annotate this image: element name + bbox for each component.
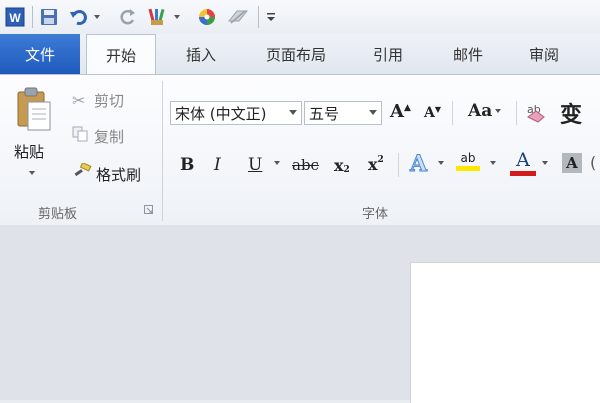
font-size-combo[interactable]: 五号 [304,101,382,125]
format-painter-icon [72,161,96,185]
superscript-mark: 2 [377,154,384,165]
subscript-button[interactable]: x2 [334,155,350,176]
word-app-icon[interactable]: W [4,7,26,27]
clear-format-icon[interactable]: ab [524,99,550,125]
superscript-button[interactable]: x2 [368,154,384,175]
strikethrough-button[interactable]: abc [292,156,319,174]
font-color-dropdown-icon[interactable] [542,161,548,165]
cut-button[interactable]: ✂ 剪切 [72,89,124,111]
tab-review[interactable]: 审阅 [514,34,574,74]
paste-icon[interactable] [10,85,58,135]
text-effects-dropdown-icon[interactable] [438,161,444,165]
font-name-combo[interactable]: 宋体 (中文正) [170,101,302,125]
paintbrush-icon[interactable] [146,7,170,27]
copy-label: 复制 [94,127,125,146]
tab-file[interactable]: 文件 [0,34,80,74]
grow-font-label: A [390,101,404,122]
color-wheel-icon[interactable] [196,7,218,27]
character-shading-label: A [566,154,578,172]
cut-label: 剪切 [94,91,125,110]
grow-font-icon: ▲ [403,102,411,113]
change-case-button[interactable]: Aa [468,101,502,121]
italic-button[interactable]: I [214,155,221,175]
tab-insert[interactable]: 插入 [170,34,232,74]
change-case-label: Aa [468,101,493,121]
undo-icon[interactable] [68,7,90,27]
save-icon[interactable] [38,7,60,27]
paste-dropdown-icon[interactable] [29,171,35,175]
quick-access-toolbar: W [0,0,600,35]
bold-button[interactable]: B [180,155,194,175]
redo-icon[interactable] [118,7,138,27]
paintbrush-dropdown-icon[interactable] [172,7,182,27]
clipboard-launcher-icon[interactable] [144,205,154,215]
shrink-font-icon: ▼ [434,104,442,114]
subscript-mark: 2 [343,165,350,175]
highlight-color-bar [456,166,480,171]
svg-text:W: W [9,11,21,25]
highlight-dropdown-icon[interactable] [490,161,496,165]
ribbon-tabs: 文件 开始 插入 页面布局 引用 邮件 审阅 [0,34,600,75]
tab-page-layout[interactable]: 页面布局 [250,34,342,74]
shrink-font-label: A [424,105,435,121]
scissors-icon: ✂ [72,90,86,110]
format-painter-label: 格式刷 [96,165,142,184]
subscript-label: x [334,155,344,175]
enclose-characters-icon[interactable]: ( [590,153,596,172]
format-painter-button[interactable]: 格式刷 [72,161,142,185]
document-page[interactable] [410,262,600,403]
copy-button[interactable]: 复制 [72,125,124,147]
font-name-value: 宋体 (中文正) [175,104,267,123]
customize-arrow-icon[interactable] [264,7,278,27]
font-color-label: A [516,149,530,171]
ribbon: 粘贴 ✂ 剪切 复制 格式刷 剪贴板 宋体 (中文正) 五号 A ▲ A ▼ Aa [0,74,600,226]
tab-mailings[interactable]: 邮件 [438,34,498,74]
character-shading-button[interactable]: A [562,153,582,173]
grow-font-button[interactable]: A ▲ [390,101,411,122]
underline-button[interactable]: U [248,155,262,175]
underline-dropdown-icon[interactable] [274,161,280,165]
text-effects-button[interactable]: A [409,151,428,178]
change-case-dropdown-icon[interactable] [495,109,502,113]
text-effects-label: A [409,151,428,178]
shrink-font-button[interactable]: A ▼ [424,104,442,121]
font-size-dropdown-icon[interactable] [369,110,377,115]
undo-dropdown-icon[interactable] [92,7,102,27]
phonetic-guide-button[interactable]: 变 [560,97,582,129]
eraser-icon[interactable] [226,7,250,27]
phonetic-guide-label: 变 [560,103,583,128]
font-size-value: 五号 [309,104,340,123]
font-name-dropdown-icon[interactable] [289,110,297,115]
paste-button-label[interactable]: 粘贴 [14,141,44,162]
highlight-label: ab [460,151,476,165]
tab-home[interactable]: 开始 [86,34,156,75]
copy-icon [72,126,94,146]
clipboard-group-label: 剪贴板 [38,207,78,222]
tab-references[interactable]: 引用 [358,34,418,74]
font-color-button[interactable]: A [510,149,536,176]
superscript-label: x [368,155,378,174]
font-color-bar [510,171,536,176]
font-group-label: 字体 [362,207,389,222]
highlight-button[interactable]: ab [456,151,480,171]
